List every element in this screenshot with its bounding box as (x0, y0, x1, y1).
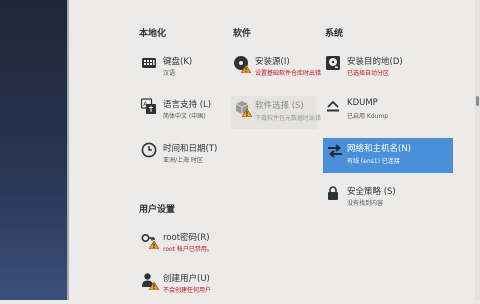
spoke-security-title: 安全策略 (S) (347, 187, 396, 197)
scrollbar-thumb[interactable] (476, 96, 479, 106)
spoke-network-title: 网络和主机名(N) (347, 144, 411, 154)
spoke-software-selection[interactable]: 软件选择 (S) 下载软件包元数据时出错 (231, 96, 321, 129)
spoke-kdump-title: KDUMP (347, 98, 378, 108)
spoke-root-password[interactable]: root密码(R) root 帐户已禁用。 (141, 231, 279, 263)
spoke-install-destination[interactable]: 安装目的地(D) 已选择自动分区 (325, 55, 463, 87)
spoke-time-date-status: 亚洲/上海 时区 (163, 157, 203, 164)
spoke-kdump[interactable]: KDUMP 已启用 Kdump (325, 98, 463, 130)
spoke-software-selection-status: 下载软件包元数据时出错 (255, 115, 322, 122)
spoke-language-title: 语言支持 (L) (163, 100, 212, 110)
key-icon (141, 231, 159, 249)
category-system: 系统 (325, 29, 344, 39)
keyboard-icon (141, 55, 159, 73)
user-icon (141, 272, 159, 290)
spoke-network-status: 有线 (ens1) 已连接 (347, 158, 400, 165)
lock-icon (325, 185, 343, 203)
spoke-security[interactable]: 安全策略 (S) 没有找到内容 (325, 185, 463, 217)
disc-icon (233, 55, 251, 73)
spoke-install-destination-title: 安装目的地(D) (347, 57, 403, 67)
scrollbar[interactable] (475, 0, 480, 300)
language-icon: A (141, 98, 159, 116)
spoke-root-password-status: root 帐户已禁用。 (163, 246, 213, 253)
spoke-security-status: 没有找到内容 (347, 200, 384, 207)
category-software: 软件 (233, 29, 252, 39)
network-icon (326, 142, 344, 160)
spoke-language-status: 简体中文 (中国) (163, 113, 206, 120)
spoke-time-date-title: 时间和日期(T) (163, 144, 218, 154)
category-user-settings: 用户设置 (139, 205, 176, 215)
spoke-keyboard-status: 汉语 (163, 70, 176, 77)
spoke-create-user-status: 不会创建任何用户 (163, 287, 212, 294)
spoke-software-selection-title: 软件选择 (S) (255, 101, 304, 111)
spoke-create-user-title: 创建用户(U) (163, 274, 210, 284)
category-localization: 本地化 (139, 29, 167, 39)
spoke-time-date[interactable]: 时间和日期(T) 亚洲/上海 时区 (141, 142, 279, 174)
spoke-network[interactable]: 网络和主机名(N) 有线 (ens1) 已连接 (323, 138, 453, 173)
package-icon (234, 99, 252, 117)
spoke-kdump-status: 已启用 Kdump (347, 113, 389, 120)
spoke-keyboard-title: 键盘(K) (163, 57, 193, 67)
spoke-install-source-status: 设置基础软件仓库时出错 (255, 70, 322, 77)
harddisk-icon (325, 55, 343, 73)
clock-icon (141, 142, 159, 160)
sidebar (0, 0, 69, 300)
spoke-create-user[interactable]: 创建用户(U) 不会创建任何用户 (141, 272, 279, 304)
kdump-icon (325, 98, 343, 116)
spoke-install-destination-status: 已选择自动分区 (347, 70, 390, 77)
spoke-root-password-title: root密码(R) (163, 233, 210, 243)
spoke-install-source-title: 安装源(I) (255, 57, 290, 67)
